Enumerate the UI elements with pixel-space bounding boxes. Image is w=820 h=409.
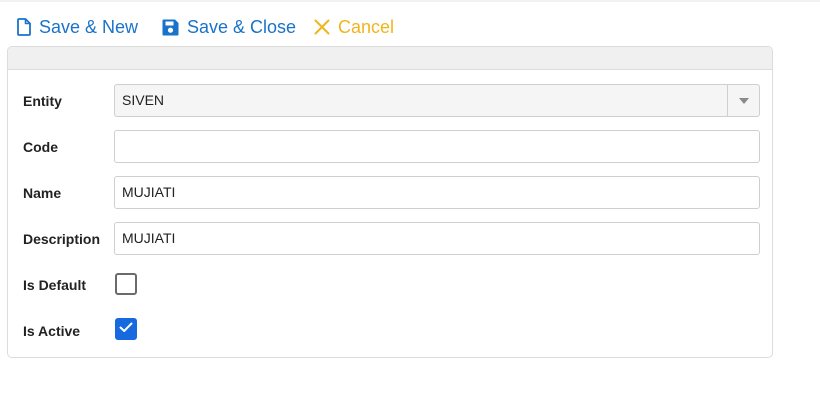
entity-select-value: SIVEN: [122, 92, 165, 108]
cancel-button[interactable]: Cancel: [314, 14, 394, 40]
save-and-new-label: Save & New: [39, 16, 139, 37]
form-panel: Entity SIVEN Code Name MUJIATI Descripti…: [7, 46, 773, 358]
entity-select[interactable]: SIVEN: [114, 84, 760, 117]
chevron-down-icon[interactable]: [727, 85, 759, 116]
entity-label: Entity: [23, 93, 62, 109]
name-label: Name: [23, 185, 62, 201]
checkmark-icon: [119, 320, 133, 338]
save-and-new-button[interactable]: Save & New: [17, 14, 138, 40]
close-icon: [314, 19, 330, 35]
code-input[interactable]: [114, 130, 760, 163]
cancel-label: Cancel: [338, 16, 395, 37]
description-input[interactable]: MUJIATI: [114, 222, 760, 255]
save-and-close-label: Save & Close: [187, 16, 297, 37]
floppy-disk-icon: [162, 19, 179, 36]
code-label: Code: [23, 139, 58, 155]
is-default-label: Is Default: [23, 277, 87, 293]
description-label: Description: [23, 231, 101, 247]
file-icon: [17, 18, 31, 36]
panel-header: [8, 47, 772, 70]
save-and-close-button[interactable]: Save & Close: [162, 14, 296, 40]
is-active-checkbox[interactable]: [115, 318, 137, 340]
toolbar: Save & New Save & Close Cancel: [0, 0, 820, 46]
name-input[interactable]: MUJIATI: [114, 176, 760, 209]
is-default-checkbox[interactable]: [115, 273, 137, 295]
is-active-label: Is Active: [23, 323, 81, 339]
